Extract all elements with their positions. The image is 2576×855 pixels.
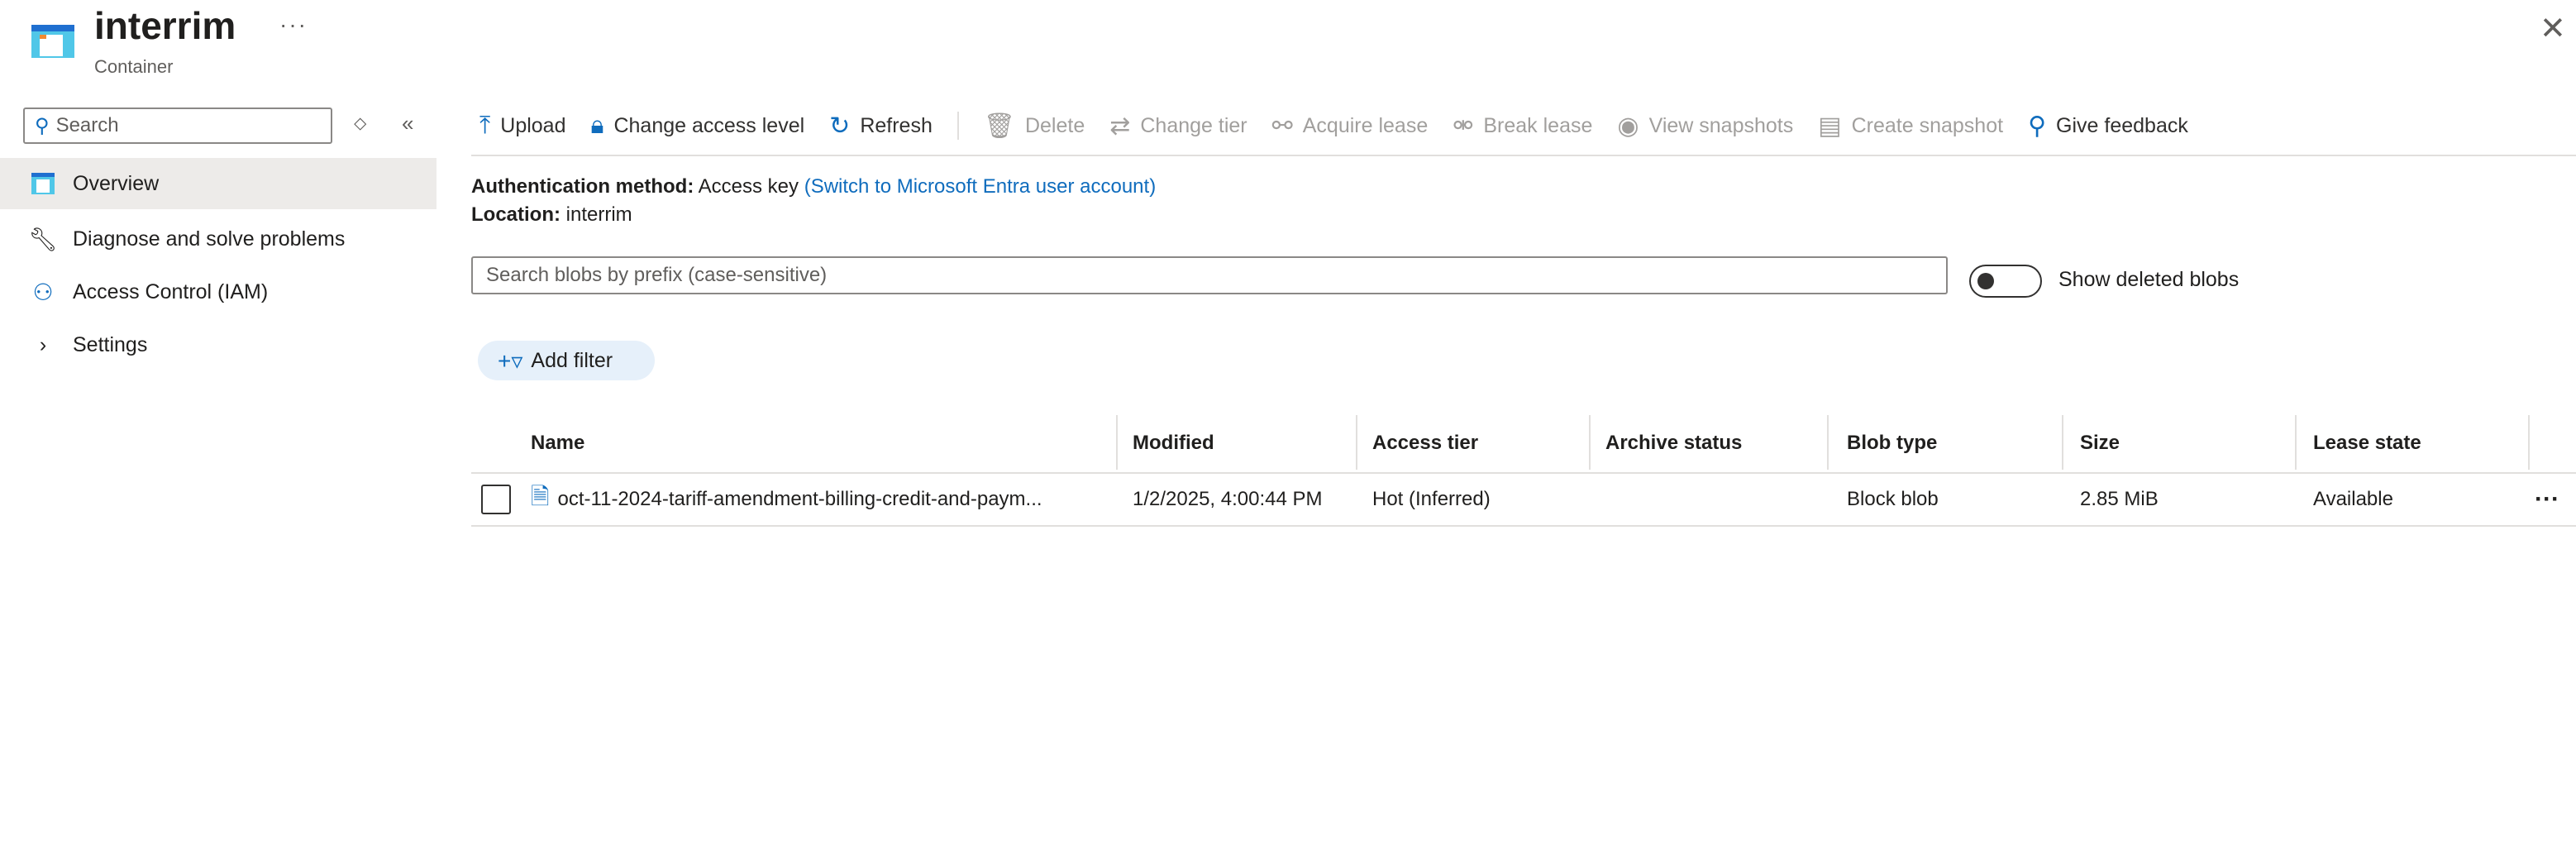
search-icon: ⚲ — [35, 114, 50, 137]
snapshot-icon: ▤ — [1818, 112, 1842, 140]
wrench-icon: 🔧︎ — [28, 226, 58, 252]
collapse-sidebar-icon[interactable]: « — [402, 111, 413, 136]
column-header-size[interactable]: Size — [2080, 413, 2120, 473]
cell-modified: 1/2/2025, 4:00:44 PM — [1133, 488, 1323, 510]
column-header-archive-status[interactable]: Archive status — [1605, 413, 1742, 473]
lock-icon: 🔒︎ — [590, 112, 604, 139]
cell-blob-type: Block blob — [1847, 488, 1939, 510]
break-lease-button[interactable]: ⚮ Break lease — [1453, 112, 1592, 141]
sidebar-item-diagnose[interactable]: 🔧︎ Diagnose and solve problems — [0, 213, 436, 265]
view-snapshots-button[interactable]: ◉ View snapshots — [1617, 112, 1793, 141]
column-header-name[interactable]: Name — [531, 413, 584, 473]
row-bottom-line — [471, 525, 2576, 527]
column-header-access-tier[interactable]: Access tier — [1372, 413, 1478, 473]
location: Location: interrim — [471, 203, 632, 226]
upload-button[interactable]: ⤒ Upload — [479, 112, 566, 140]
eye-icon: ◉ — [1617, 112, 1639, 140]
row-checkbox[interactable] — [481, 485, 511, 514]
auth-method: Authentication method: Access key (Switc… — [471, 175, 1157, 198]
sort-icon[interactable]: ⬦ — [354, 112, 366, 134]
container-icon — [31, 25, 74, 58]
container-icon — [30, 172, 56, 195]
refresh-icon: ↻ — [829, 112, 851, 140]
sidebar-item-access-control[interactable]: ⚇ Access Control (IAM) — [0, 266, 436, 318]
column-divider[interactable] — [1827, 415, 1829, 470]
blob-name-link[interactable]: oct-11-2024-tariff-amendment-billing-cre… — [558, 488, 1042, 511]
broken-link-icon: ⚮ — [1453, 112, 1474, 140]
show-deleted-toggle[interactable] — [1969, 265, 2042, 298]
column-header-modified[interactable]: Modified — [1133, 413, 1214, 473]
cell-access-tier: Hot (Inferred) — [1372, 488, 1491, 510]
column-divider[interactable] — [1589, 415, 1591, 470]
feedback-icon: ⚲ — [2028, 112, 2047, 140]
row-more-button[interactable]: ··· — [2535, 473, 2559, 526]
refresh-button[interactable]: ↻ Refresh — [829, 112, 933, 141]
upload-icon: ⤒ — [479, 112, 491, 139]
close-button[interactable]: ✕ — [2540, 10, 2566, 47]
create-snapshot-button[interactable]: ▤ Create snapshot — [1818, 112, 2003, 141]
table-row[interactable]: 🗎︎ oct-11-2024-tariff-amendment-billing-c… — [531, 473, 1042, 526]
link-icon: ⚯ — [1271, 112, 1293, 140]
give-feedback-button[interactable]: ⚲ Give feedback — [2028, 112, 2188, 141]
trash-icon: 🗑︎ — [983, 112, 1015, 140]
page-subtitle: Container — [94, 56, 174, 77]
cell-size: 2.85 MiB — [2080, 488, 2159, 510]
more-options-button[interactable]: ··· — [279, 12, 308, 38]
blob-search-input[interactable]: Search blobs by prefix (case-sensitive) — [471, 256, 1948, 294]
change-access-level-button[interactable]: 🔒︎ Change access level — [591, 112, 805, 140]
sidebar-item-overview[interactable]: Overview — [0, 158, 436, 209]
show-deleted-label: Show deleted blobs — [2058, 268, 2240, 291]
sidebar-search-input[interactable]: ⚲ Search — [23, 107, 332, 144]
file-icon: 🗎︎ — [531, 484, 550, 509]
delete-button[interactable]: 🗑︎ Delete — [984, 112, 1085, 141]
toolbar-divider-line — [471, 155, 2576, 156]
change-tier-button[interactable]: ⇄ Change tier — [1109, 112, 1247, 141]
column-divider[interactable] — [1356, 415, 1357, 470]
switch-auth-link[interactable]: (Switch to Microsoft Entra user account) — [804, 175, 1156, 198]
toolbar-divider — [956, 112, 959, 140]
page-title: interrim — [94, 4, 236, 47]
people-icon: ⚇ — [32, 279, 54, 305]
column-divider[interactable] — [1116, 415, 1118, 470]
cell-lease-state: Available — [2313, 488, 2393, 510]
sidebar-item-settings[interactable]: › Settings — [0, 319, 436, 370]
add-filter-button[interactable]: +▿ Add filter — [478, 341, 655, 380]
acquire-lease-button[interactable]: ⚯ Acquire lease — [1272, 112, 1429, 141]
filter-add-icon: +▿ — [498, 347, 523, 374]
column-divider[interactable] — [2528, 415, 2530, 470]
column-divider[interactable] — [2295, 415, 2297, 470]
column-header-blob-type[interactable]: Blob type — [1847, 413, 1937, 473]
swap-icon: ⇄ — [1109, 112, 1131, 140]
column-header-lease-state[interactable]: Lease state — [2313, 413, 2421, 473]
column-divider[interactable] — [2062, 415, 2063, 470]
command-bar: ⤒ Upload 🔒︎ Change access level ↻ Refresh 🗑… — [479, 107, 2188, 144]
chevron-right-icon: › — [39, 332, 47, 356]
